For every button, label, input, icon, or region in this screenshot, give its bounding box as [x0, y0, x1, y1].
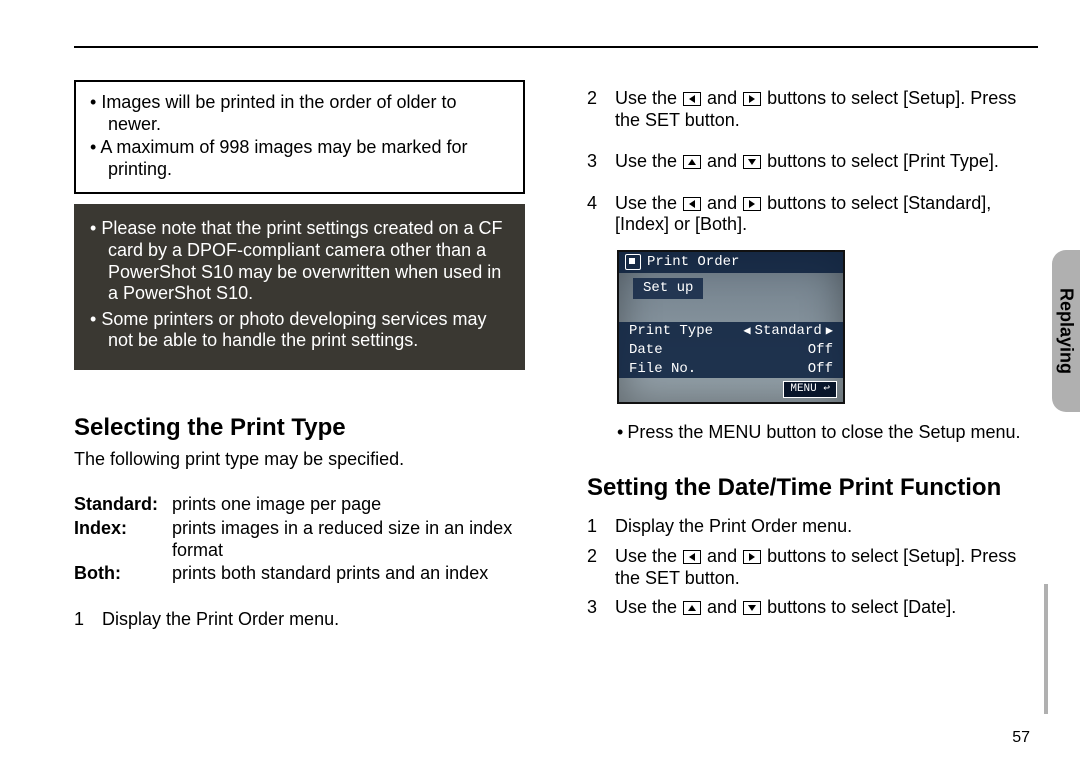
section-lead: The following print type may be specifie… [74, 449, 525, 471]
text: Use the [615, 88, 682, 108]
steps-list: 2 Use the and buttons to select [Setup].… [587, 80, 1038, 246]
right-arrow-icon [743, 197, 761, 211]
text: and [702, 546, 742, 566]
steps-list: 1 Display the Print Order menu. [74, 601, 525, 651]
top-rule [74, 46, 1038, 48]
down-arrow-icon [743, 601, 761, 615]
lcd-row: File No. Off [619, 360, 843, 379]
step-item: 2 Use the and buttons to select [Setup].… [587, 546, 1038, 589]
text: Press the MENU button to close the Setup… [627, 422, 1020, 444]
left-arrow-icon [683, 197, 701, 211]
right-column: 2 Use the and buttons to select [Setup].… [587, 80, 1038, 725]
lcd-title: Print Order [647, 254, 739, 271]
info-item: Images will be printed in the order of o… [90, 92, 509, 135]
definition-term: Index: [74, 518, 172, 540]
left-column: Images will be printed in the order of o… [74, 80, 525, 725]
step-body: Use the and buttons to select [Standard]… [615, 193, 1038, 236]
print-type-definitions: Standard: prints one image per page Inde… [74, 492, 525, 586]
step-number: 1 [587, 516, 615, 538]
lcd-value: Off [808, 342, 833, 359]
lcd-key: File No. [629, 361, 808, 378]
warning-item: Some printers or photo developing servic… [90, 309, 509, 352]
lcd-header: Print Order [619, 252, 843, 273]
sub-note: Press the MENU button to close the Setup… [617, 422, 1038, 444]
lcd-value: Off [808, 361, 833, 378]
step-body: Use the and buttons to select [Print Typ… [615, 151, 1038, 173]
steps-list: 1 Display the Print Order menu. 2 Use th… [587, 508, 1038, 626]
content-columns: Images will be printed in the order of o… [74, 80, 1038, 725]
step-body: Display the Print Order menu. [615, 516, 1038, 538]
print-icon [625, 254, 641, 270]
lcd-key: Date [629, 342, 808, 359]
text: and [702, 151, 742, 171]
definition-desc: prints images in a reduced size in an in… [172, 518, 525, 561]
text: Use the [615, 151, 682, 171]
text: buttons to select [Print Type]. [762, 151, 999, 171]
text: Standard [755, 323, 822, 340]
section-tab-label: Replaying [1056, 288, 1077, 374]
text: and [702, 193, 742, 213]
step-body: Use the and buttons to select [Setup]. P… [615, 88, 1038, 131]
definition-row: Standard: prints one image per page [74, 494, 525, 516]
definition-row: Both: prints both standard prints and an… [74, 563, 525, 585]
step-body: Display the Print Order menu. [102, 609, 525, 631]
step-item: 4 Use the and buttons to select [Standar… [587, 193, 1038, 236]
step-number: 4 [587, 193, 615, 215]
info-box: Images will be printed in the order of o… [74, 80, 525, 194]
lcd-rows: Print Type ◀Standard▶ Date Off File No. … [619, 322, 843, 378]
definition-desc: prints one image per page [172, 494, 525, 516]
right-arrow-icon [743, 92, 761, 106]
definition-term: Standard: [74, 494, 172, 516]
warning-box: Please note that the print settings crea… [74, 204, 525, 370]
step-number: 3 [587, 151, 615, 173]
step-number: 1 [74, 609, 102, 631]
left-arrow-icon [683, 92, 701, 106]
definition-desc: prints both standard prints and an index [172, 563, 525, 585]
up-arrow-icon [683, 155, 701, 169]
warning-item: Please note that the print settings crea… [90, 218, 509, 304]
step-number: 2 [587, 88, 615, 110]
step-item: 1 Display the Print Order menu. [74, 609, 525, 631]
lcd-setup-label: Set up [633, 278, 703, 299]
lcd-row: Print Type ◀Standard▶ [619, 322, 843, 341]
step-item: 3 Use the and buttons to select [Date]. [587, 597, 1038, 619]
lcd-row: Date Off [619, 341, 843, 360]
page-number: 57 [1012, 729, 1030, 747]
right-arrow-icon [743, 550, 761, 564]
lcd-key: Print Type [629, 323, 743, 340]
step-number: 3 [587, 597, 615, 619]
text: and [702, 597, 742, 617]
up-arrow-icon [683, 601, 701, 615]
section-heading-date-time: Setting the Date/Time Print Function [587, 474, 1038, 503]
step-item: 3 Use the and buttons to select [Print T… [587, 151, 1038, 173]
text: Use the [615, 546, 682, 566]
step-item: 2 Use the and buttons to select [Setup].… [587, 88, 1038, 131]
section-tab: Replaying [1052, 250, 1080, 412]
left-arrow-icon [683, 550, 701, 564]
step-body: Use the and buttons to select [Date]. [615, 597, 1038, 619]
definition-row: Index: prints images in a reduced size i… [74, 518, 525, 561]
lcd-value: ◀Standard▶ [743, 323, 833, 340]
step-item: 1 Display the Print Order menu. [587, 516, 1038, 538]
lcd-menu-badge: MENU ↩ [783, 381, 837, 398]
side-rule [1044, 584, 1048, 714]
text: Use the [615, 597, 682, 617]
manual-page: Images will be printed in the order of o… [0, 0, 1080, 765]
down-arrow-icon [743, 155, 761, 169]
step-number: 2 [587, 546, 615, 568]
info-item: A maximum of 998 images may be marked fo… [90, 137, 509, 180]
step-body: Use the and buttons to select [Setup]. P… [615, 546, 1038, 589]
text: Use the [615, 193, 682, 213]
section-heading-print-type: Selecting the Print Type [74, 414, 525, 443]
definition-term: Both: [74, 563, 172, 585]
text: and [702, 88, 742, 108]
text: buttons to select [Date]. [762, 597, 956, 617]
camera-lcd-screenshot: Print Order Set up Print Type ◀Standard▶… [617, 250, 845, 404]
